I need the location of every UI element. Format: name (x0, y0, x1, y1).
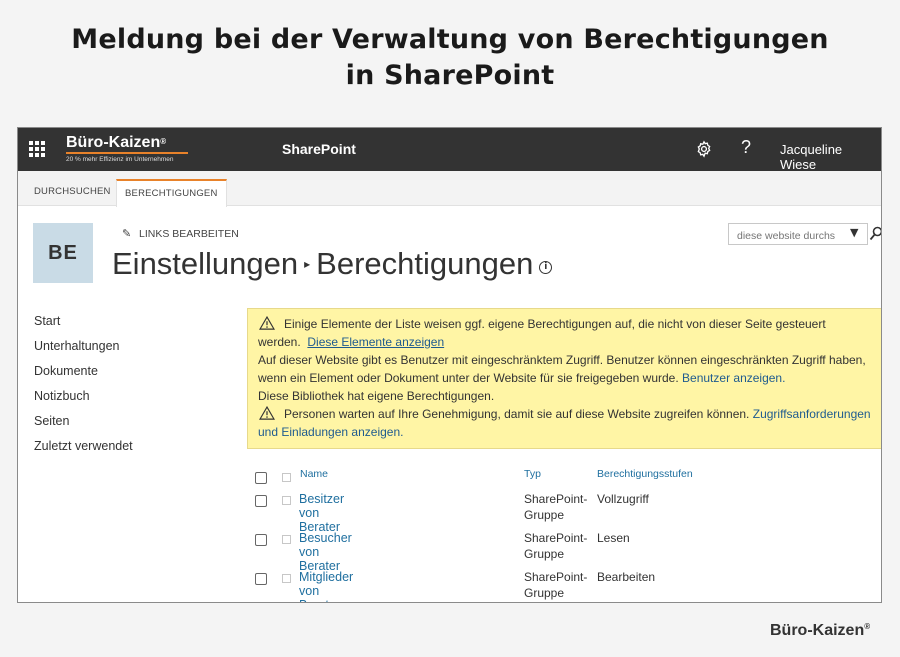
nav-item-start[interactable]: Start (34, 313, 133, 338)
gear-icon[interactable] (695, 140, 713, 158)
page-heading: Meldung bei der Verwaltung von Berechtig… (0, 22, 900, 94)
notice-unique-permissions: Einige Elemente der Liste weisen ggf. ei… (258, 315, 872, 351)
select-all-checkbox[interactable] (255, 472, 267, 484)
show-users-link[interactable]: Benutzer anzeigen. (682, 371, 785, 385)
notice-message-4: Personen warten auf Ihre Genehmigung, da… (284, 407, 750, 421)
breadcrumb-permissions: Berechtigungen (316, 246, 534, 281)
row-select-box[interactable] (282, 574, 291, 583)
row-select-box[interactable] (282, 496, 291, 505)
logo-registered-mark: ® (160, 137, 167, 146)
warning-icon (259, 316, 275, 330)
footer-logo: Büro-Kaizen® (770, 622, 870, 640)
row-level: Bearbeiten (597, 570, 656, 584)
logo-underline (66, 152, 188, 154)
nav-item-recent[interactable]: Zuletzt verwendet (34, 438, 133, 463)
header-item-checkbox[interactable] (282, 473, 291, 482)
breadcrumb-separator-icon: ▸ (304, 257, 311, 271)
nav-item-notebook[interactable]: Notizbuch (34, 388, 133, 413)
user-menu[interactable]: Jacqueline Wiese (780, 142, 881, 172)
tab-browse[interactable]: DURCHSUCHEN (34, 179, 111, 204)
row-checkbox[interactable] (255, 573, 267, 585)
tab-permissions[interactable]: BERECHTIGUNGEN (116, 179, 227, 207)
search-input[interactable] (729, 226, 835, 246)
row-level: Vollzugriff (597, 492, 649, 506)
status-notice: Einige Elemente der Liste weisen ggf. ei… (247, 308, 881, 449)
row-type: SharePoint- Gruppe (524, 492, 588, 522)
site-logo[interactable]: BE (33, 223, 93, 283)
info-icon[interactable]: i (539, 261, 553, 274)
warning-icon (259, 406, 275, 420)
row-select-box[interactable] (282, 535, 291, 544)
page-title: Einstellungen ▸ Berechtigungen i (112, 246, 553, 282)
notice-limited-access: Auf dieser Website gibt es Benutzer mit … (258, 351, 872, 387)
row-type: SharePoint- Gruppe (524, 531, 588, 561)
show-items-link[interactable]: Diese Elemente anzeigen (307, 335, 444, 349)
page-heading-line2: in SharePoint (345, 60, 555, 91)
app-name[interactable]: SharePoint (282, 141, 356, 157)
column-header-level[interactable]: Berechtigungsstufen (597, 468, 693, 480)
notice-access-requests: Personen warten auf Ihre Genehmigung, da… (258, 405, 872, 441)
suite-bar: Büro-Kaizen® 20 % mehr Effizienz im Unte… (18, 128, 881, 172)
ribbon: DURCHSUCHEN BERECHTIGUNGEN (18, 171, 881, 207)
help-icon[interactable]: ? (741, 137, 751, 158)
pencil-icon: ✎ (122, 228, 132, 240)
row-name-link[interactable]: Besucher von Berater (299, 531, 352, 573)
edit-links-button[interactable]: ✎ LINKS BEARBEITEN (122, 227, 239, 240)
logo-name: Büro-Kaizen (66, 134, 161, 151)
search-icon[interactable] (869, 226, 882, 242)
search-scope-dropdown-icon[interactable]: ▼ (850, 226, 858, 239)
logo-tagline: 20 % mehr Effizienz im Unternehmen (66, 156, 174, 163)
notice-library-permissions: Diese Bibliothek hat eigene Berechtigung… (258, 389, 495, 403)
edit-links-label: LINKS BEARBEITEN (139, 228, 239, 240)
column-header-name[interactable]: Name (300, 468, 328, 480)
app-launcher-icon[interactable] (29, 141, 45, 157)
breadcrumb-settings[interactable]: Einstellungen (112, 246, 298, 281)
nav-item-documents[interactable]: Dokumente (34, 363, 133, 388)
row-checkbox[interactable] (255, 495, 267, 507)
sharepoint-window: Büro-Kaizen® 20 % mehr Effizienz im Unte… (17, 127, 882, 603)
row-name-link[interactable]: Mitglieder von Berater (299, 570, 353, 602)
nav-item-pages[interactable]: Seiten (34, 413, 133, 438)
quick-launch: Start Unterhaltungen Dokumente Notizbuch… (34, 313, 133, 463)
footer-logo-name: Büro-Kaizen (770, 622, 865, 639)
search-box: ▼ (728, 223, 868, 246)
row-name-link[interactable]: Besitzer von Berater (299, 492, 344, 534)
column-header-type[interactable]: Typ (524, 468, 541, 480)
footer-logo-registered-mark: ® (864, 622, 871, 631)
company-logo[interactable]: Büro-Kaizen® 20 % mehr Effizienz im Unte… (66, 134, 188, 164)
row-type: SharePoint- Gruppe (524, 570, 588, 600)
nav-item-conversations[interactable]: Unterhaltungen (34, 338, 133, 363)
row-checkbox[interactable] (255, 534, 267, 546)
page-heading-line1: Meldung bei der Verwaltung von Berechtig… (71, 24, 829, 55)
row-level: Lesen (597, 531, 630, 545)
